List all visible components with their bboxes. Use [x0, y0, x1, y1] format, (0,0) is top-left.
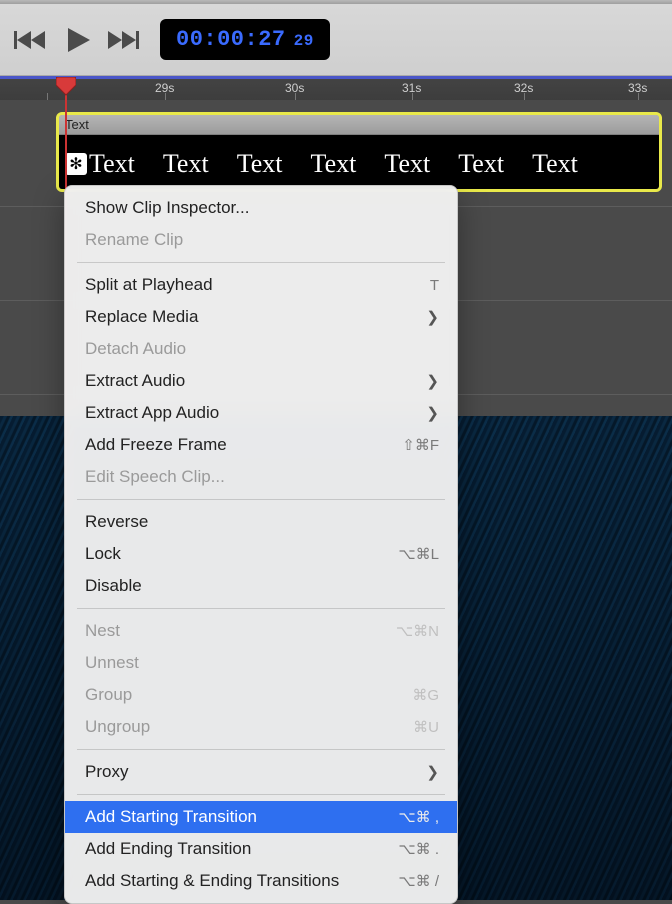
menu-shortcut: ⌥⌘L: [398, 545, 439, 563]
menu-item-label: Replace Media: [85, 307, 198, 327]
menu-shortcut: ⌥⌘ .: [398, 840, 439, 858]
menu-item-label: Edit Speech Clip...: [85, 467, 225, 487]
menu-shortcut: T: [430, 277, 439, 294]
menu-item-show-clip-inspector[interactable]: Show Clip Inspector...: [65, 192, 457, 224]
menu-item-label: Group: [85, 685, 132, 705]
menu-item-label: Disable: [85, 576, 142, 596]
menu-item-label: Nest: [85, 621, 120, 641]
timecode-display[interactable]: 00:00:27 29: [160, 19, 330, 60]
menu-item-replace-media[interactable]: Replace Media ❯: [65, 301, 457, 333]
menu-separator: [77, 608, 445, 609]
menu-separator: [77, 749, 445, 750]
timeline-ruler[interactable]: 29s 30s 31s 32s 33s: [0, 76, 672, 100]
menu-item-label: Ungroup: [85, 717, 150, 737]
menu-item-label: Unnest: [85, 653, 139, 673]
menu-item-add-starting-ending-transitions[interactable]: Add Starting & Ending Transitions ⌥⌘ /: [65, 865, 457, 897]
clip-thumb-text: Text: [384, 149, 430, 179]
menu-item-unnest: Unnest: [65, 647, 457, 679]
clip-title: Text: [59, 115, 659, 135]
menu-item-ungroup: Ungroup ⌘U: [65, 711, 457, 743]
menu-shortcut: ⇧⌘F: [402, 436, 439, 454]
menu-separator: [77, 499, 445, 500]
menu-item-label: Add Freeze Frame: [85, 435, 227, 455]
menu-item-label: Show Clip Inspector...: [85, 198, 249, 218]
menu-item-reverse[interactable]: Reverse: [65, 506, 457, 538]
menu-item-extract-app-audio[interactable]: Extract App Audio ❯: [65, 397, 457, 429]
menu-item-add-ending-transition[interactable]: Add Ending Transition ⌥⌘ .: [65, 833, 457, 865]
play-controls: [14, 26, 142, 54]
clip-context-menu: Show Clip Inspector... Rename Clip Split a…: [64, 185, 458, 904]
menu-item-label: Rename Clip: [85, 230, 183, 250]
menu-item-label: Add Starting Transition: [85, 807, 257, 827]
menu-item-label: Proxy: [85, 762, 128, 782]
clip-thumb-text: Text: [458, 149, 504, 179]
clip-thumb-text: Text: [311, 149, 357, 179]
menu-item-label: Lock: [85, 544, 121, 564]
clip-thumb-text: Text: [237, 149, 283, 179]
menu-item-label: Extract Audio: [85, 371, 185, 391]
playhead[interactable]: [56, 77, 76, 97]
menu-item-lock[interactable]: Lock ⌥⌘L: [65, 538, 457, 570]
menu-item-label: Split at Playhead: [85, 275, 213, 295]
clip-thumb-text: Text: [532, 149, 578, 179]
menu-item-label: Reverse: [85, 512, 148, 532]
chevron-right-icon: ❯: [426, 372, 439, 390]
menu-item-split-at-playhead[interactable]: Split at Playhead T: [65, 269, 457, 301]
menu-shortcut: ⌥⌘ /: [398, 872, 439, 890]
playback-toolbar: 00:00:27 29: [0, 4, 672, 76]
clip-thumb-text: Text: [163, 149, 209, 179]
clip-thumbnails: ✻ Text Text Text Text Text Text Text: [59, 135, 659, 192]
timecode-value: 00:00:27: [176, 27, 286, 52]
gear-icon[interactable]: ✻: [65, 153, 87, 175]
menu-shortcut: ⌥⌘N: [396, 622, 439, 640]
menu-item-label: Detach Audio: [85, 339, 186, 359]
menu-item-label: Add Ending Transition: [85, 839, 251, 859]
menu-item-label: Extract App Audio: [85, 403, 219, 423]
menu-item-label: Add Starting & Ending Transitions: [85, 871, 339, 891]
menu-item-add-starting-transition[interactable]: Add Starting Transition ⌥⌘ ,: [65, 801, 457, 833]
menu-item-disable[interactable]: Disable: [65, 570, 457, 602]
menu-item-add-freeze-frame[interactable]: Add Freeze Frame ⇧⌘F: [65, 429, 457, 461]
menu-item-detach-audio: Detach Audio: [65, 333, 457, 365]
play-icon[interactable]: [64, 26, 92, 54]
text-clip[interactable]: Text ✻ Text Text Text Text Text Text Tex…: [56, 112, 662, 192]
chevron-right-icon: ❯: [426, 404, 439, 422]
menu-shortcut: ⌥⌘ ,: [398, 808, 439, 826]
menu-item-group: Group ⌘G: [65, 679, 457, 711]
clip-thumb-text: Text: [89, 149, 135, 179]
menu-item-nest: Nest ⌥⌘N: [65, 615, 457, 647]
menu-item-extract-audio[interactable]: Extract Audio ❯: [65, 365, 457, 397]
menu-shortcut: ⌘U: [413, 718, 439, 736]
menu-separator: [77, 262, 445, 263]
menu-separator: [77, 794, 445, 795]
timecode-frames: 29: [294, 32, 314, 50]
chevron-right-icon: ❯: [426, 308, 439, 326]
skip-forward-icon[interactable]: [108, 29, 142, 51]
menu-item-rename-clip: Rename Clip: [65, 224, 457, 256]
chevron-right-icon: ❯: [426, 763, 439, 781]
menu-shortcut: ⌘G: [412, 686, 439, 704]
menu-item-proxy[interactable]: Proxy ❯: [65, 756, 457, 788]
menu-item-edit-speech-clip: Edit Speech Clip...: [65, 461, 457, 493]
skip-back-icon[interactable]: [14, 29, 48, 51]
